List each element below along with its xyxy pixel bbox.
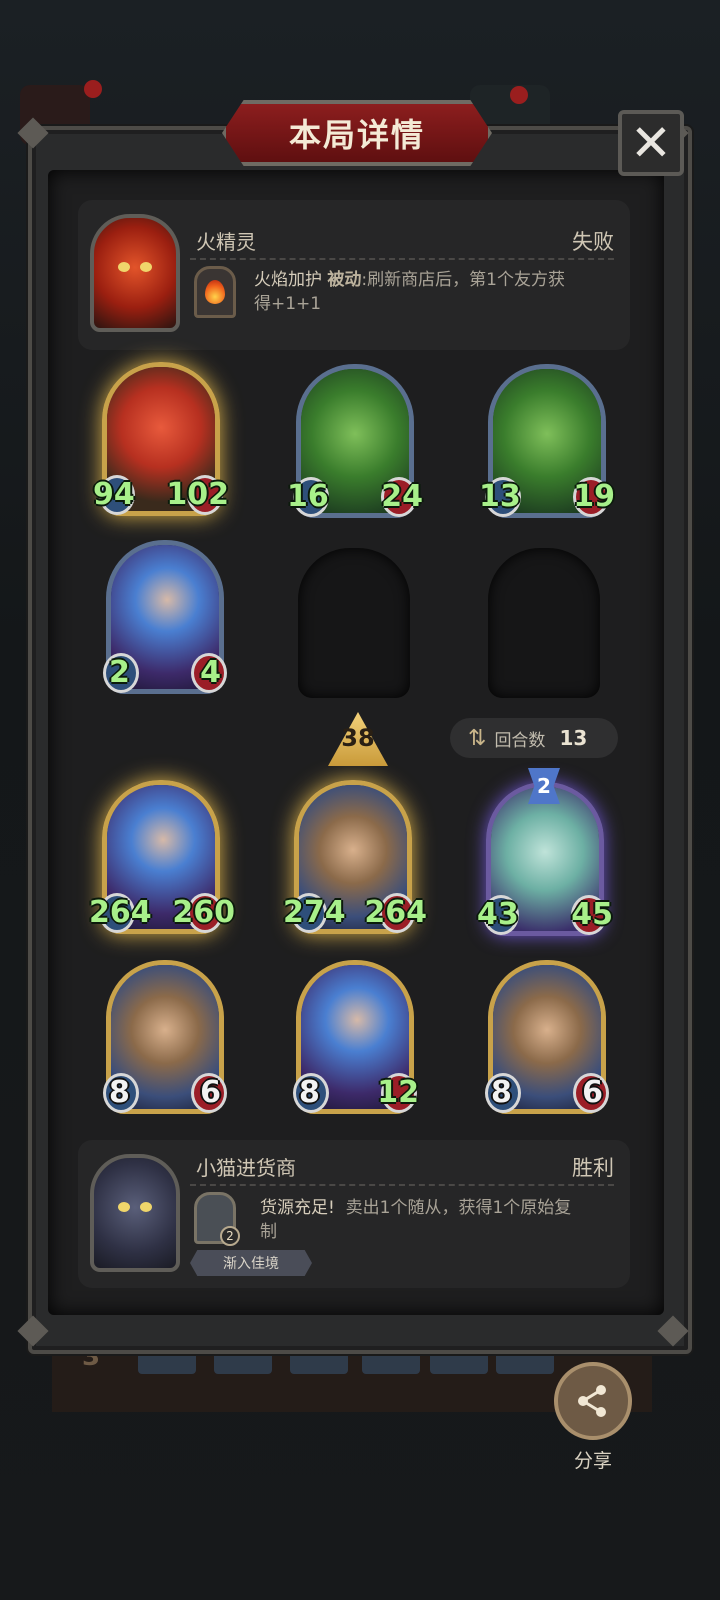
skill-desc-line1: :刷新商店后，第1个友方获 (361, 270, 565, 290)
minion-health: 12 (377, 1075, 419, 1110)
opponent-hero-card: 火精灵 失败 火焰加护 被动:刷新商店后，第1个友方获 得+1+1 (78, 200, 630, 350)
player-hero-card: 小猫进货商 胜利 2 货源充足! 卖出1个随从，获得1个原始复 制 (78, 1140, 630, 1288)
minion-health: 4 (200, 655, 221, 690)
minion-attack: 8 (299, 1075, 320, 1110)
rounds-label: 回合数 (494, 730, 546, 751)
opponent-minion-4[interactable]: 2 4 (103, 540, 227, 694)
rounds-counter: ⇅ 回合数 13 (450, 718, 618, 758)
player-result: 胜利 (572, 1156, 614, 1180)
minion-attack: 8 (491, 1075, 512, 1110)
minion-health: 24 (381, 479, 423, 514)
opponent-hero-portrait[interactable] (90, 214, 180, 332)
notification-dot (84, 80, 102, 98)
skill-title: 货源充足! (260, 1198, 335, 1218)
minion-attack: 264 (89, 895, 152, 930)
minion-health: 102 (166, 477, 229, 512)
empty-slot (298, 548, 410, 698)
minion-health: 19 (573, 479, 615, 514)
minion-attack: 94 (93, 477, 135, 512)
minion-attack: 16 (287, 479, 329, 514)
title-plaque: 本局详情 (222, 100, 492, 166)
flame-shape (205, 280, 225, 304)
player-hero-name: 小猫进货商 (196, 1156, 296, 1180)
opponent-skill-description: 火焰加护 被动:刷新商店后，第1个友方获 得+1+1 (254, 268, 612, 316)
minion-health: 6 (200, 1075, 221, 1110)
minion-health: 45 (571, 897, 613, 932)
skill-desc-line2: 得+1+1 (254, 294, 322, 314)
player-minion-2[interactable]: 274 264 (283, 780, 427, 934)
flame-icon[interactable] (194, 266, 236, 318)
opponent-hero-name: 火精灵 (196, 230, 256, 254)
minion-health: 260 (172, 895, 235, 930)
opponent-minion-1[interactable]: 94 102 (93, 362, 229, 516)
empty-slot (488, 548, 600, 698)
opponent-minion-2[interactable]: 16 24 (287, 364, 423, 518)
player-skill-description: 货源充足! 卖出1个随从，获得1个原始复 制 (260, 1196, 612, 1244)
page-title: 本局详情 (288, 116, 425, 154)
minion-health: 6 (582, 1075, 603, 1110)
opponent-result: 失败 (572, 230, 614, 254)
swap-icon: ⇅ (468, 725, 487, 751)
item-count-badge: 2 (220, 1226, 240, 1246)
player-minion-5[interactable]: 8 12 (293, 960, 419, 1114)
tier-value: 38 (341, 724, 375, 752)
close-button[interactable]: ✕ (618, 110, 684, 176)
hero-tag-ribbon: 渐入佳境 (190, 1250, 312, 1276)
opponent-minion-3[interactable]: 13 19 (479, 364, 615, 518)
minion-attack: 8 (109, 1075, 130, 1110)
minion-attack: 43 (477, 897, 519, 932)
skill-name: 火焰加护 (254, 270, 322, 290)
rounds-value: 13 (559, 726, 588, 750)
player-minion-6[interactable]: 8 6 (485, 960, 609, 1114)
divider (190, 1184, 614, 1186)
skill-desc-line1: 卖出1个随从，获得1个原始复 (345, 1198, 572, 1218)
notification-dot (510, 86, 528, 104)
hero-tag-label: 渐入佳境 (223, 1256, 279, 1272)
share-label: 分享 (573, 1450, 612, 1472)
player-minion-1[interactable]: 264 260 (89, 780, 235, 934)
minion-attack: 2 (109, 655, 130, 690)
skill-type: 被动 (327, 270, 362, 290)
close-icon: ✕ (630, 114, 672, 172)
minion-health: 264 (364, 895, 427, 930)
skill-desc-line2: 制 (260, 1222, 277, 1242)
share-button[interactable] (554, 1362, 632, 1440)
share-icon (578, 1385, 606, 1417)
player-minion-4[interactable]: 8 6 (103, 960, 227, 1114)
player-minion-3[interactable]: 43 45 (477, 782, 613, 936)
player-hero-portrait[interactable] (90, 1154, 180, 1272)
divider (190, 258, 614, 260)
minion-attack: 13 (479, 479, 521, 514)
minion-attack: 274 (283, 895, 346, 930)
hero-eyes (118, 1202, 152, 1212)
hero-eyes (118, 262, 152, 272)
